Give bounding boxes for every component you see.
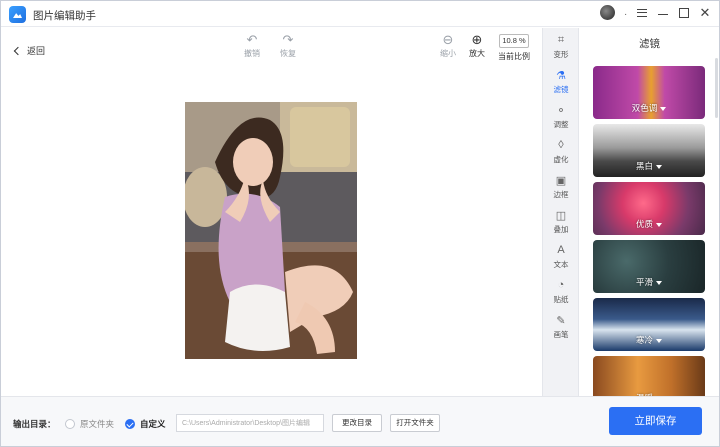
tool-label: 虚化 [553,155,569,164]
radio-original-folder[interactable]: 原文件夹 [65,418,114,430]
tool-adjust[interactable]: ⚬ 调整 [543,103,579,130]
undo-label: 撤销 [244,49,260,58]
tool-label: 调整 [553,120,569,129]
caret-down-icon [656,164,662,169]
filter-label: 平滑 [593,276,705,288]
user-dot: . [624,6,627,18]
zoom-in-icon: ⊕ [471,32,483,47]
filter-scrollbar[interactable] [715,58,718,118]
back-button[interactable]: 返回 [13,44,46,57]
caret-down-icon [660,106,667,111]
tool-blur[interactable]: ◊ 虚化 [543,138,579,165]
save-now-button[interactable]: 立即保存 [609,407,702,435]
maximize-icon[interactable] [678,7,690,19]
tool-brush[interactable]: ✎ 画笔 [543,313,579,340]
radio-label: 原文件夹 [80,419,115,429]
app-window: 图片编辑助手 . ✕ 返回 ↶ 撤销 ↷ 恢复 ⊖ 缩小 ⊕ 放大 10.8 %… [0,0,720,447]
zoom-in-button[interactable]: ⊕ 放大 [469,32,485,59]
zoom-ratio: 10.8 % 当前比例 [498,32,530,62]
filter-label: 黑白 [593,160,705,172]
tool-label: 贴纸 [553,295,569,304]
flask-icon: ⚗ [556,69,566,82]
layers-icon: ◫ [555,209,567,222]
tool-text[interactable]: A 文本 [543,243,579,270]
tool-label: 文本 [553,260,569,269]
checkmark-icon [125,419,135,429]
open-folder-button[interactable]: 打开文件夹 [390,414,440,432]
filter-label: 寒冷 [593,334,705,346]
filter-duotone[interactable]: 双色调 [593,66,705,119]
canvas-area: 返回 ↶ 撤销 ↷ 恢复 ⊖ 缩小 ⊕ 放大 10.8 % 当前比例 [1,28,542,396]
edited-photo[interactable] [185,102,357,359]
caret-down-icon [656,338,662,343]
filter-panel: 滤镜 双色调 黑白 优质 平滑 寒冷 温暖 [578,28,719,396]
zoom-out-button[interactable]: ⊖ 缩小 [440,32,456,59]
radio-label: 自定义 [140,419,166,429]
output-dir-label: 输出目录： [13,419,56,429]
filter-cold[interactable]: 寒冷 [593,298,705,351]
zoom-value[interactable]: 10.8 % [499,34,529,48]
text-icon: A [557,244,565,256]
avatar[interactable] [600,5,616,20]
crop-icon: ⌗ [557,33,565,46]
redo-label: 恢复 [280,49,296,58]
frame-icon: ▣ [555,174,567,187]
filter-smooth[interactable]: 平滑 [593,240,705,293]
redo-button[interactable]: ↷ 恢复 [280,32,296,59]
photo-illustration [185,102,357,359]
radio-custom-folder[interactable]: 自定义 [125,418,166,430]
filter-warm[interactable]: 温暖 [593,356,705,396]
brush-icon: ✎ [556,314,566,327]
tool-label: 边框 [553,190,569,199]
tool-label: 叠加 [553,225,569,234]
drop-icon: ◊ [558,139,564,151]
app-logo-icon [9,6,26,23]
zoom-ratio-label: 当前比例 [498,52,530,61]
tool-overlay[interactable]: ◫ 叠加 [543,208,579,235]
zoom-out-icon: ⊖ [442,32,454,47]
title-bar: 图片编辑助手 . ✕ [1,1,719,27]
filter-label: 优质 [593,218,705,230]
tool-label: 滤镜 [553,85,569,94]
output-path-input[interactable] [176,414,324,432]
radio-circle [65,419,75,429]
tool-label: 画笔 [553,330,569,339]
sticker-icon: ◔ [557,279,565,291]
menu-icon[interactable] [636,7,648,19]
undo-button[interactable]: ↶ 撤销 [244,32,260,59]
undo-icon: ↶ [246,32,258,47]
tool-label: 变形 [553,50,569,59]
redo-icon: ↷ [282,32,294,47]
window-controls: . ✕ [600,5,711,20]
tool-transform[interactable]: ⌗ 变形 [543,33,579,60]
minimize-icon[interactable] [657,7,669,19]
caret-down-icon [656,222,662,227]
filter-premium[interactable]: 优质 [593,182,705,235]
back-label: 返回 [27,46,46,56]
close-icon[interactable]: ✕ [699,6,711,19]
zoom-out-label: 缩小 [440,49,456,58]
adjust-icon: ⚬ [556,104,566,117]
filter-panel-title: 滤镜 [639,38,660,50]
tool-frame[interactable]: ▣ 边框 [543,173,579,200]
tools-column: ⌗ 变形 ⚗ 滤镜 ⚬ 调整 ◊ 虚化 ▣ 边框 ◫ 叠加 A 文本 ◔ 贴纸 [542,28,578,396]
bottom-bar: 输出目录： 原文件夹 自定义 更改目录 打开文件夹 立即保存 [1,396,719,446]
tool-filter[interactable]: ⚗ 滤镜 [543,68,579,95]
app-title: 图片编辑助手 [33,10,96,22]
filter-black-white[interactable]: 黑白 [593,124,705,177]
filter-label: 双色调 [593,102,705,114]
chevron-left-icon [13,46,23,55]
zoom-in-label: 放大 [469,49,485,58]
tool-sticker[interactable]: ◔ 贴纸 [543,278,579,305]
change-dir-button[interactable]: 更改目录 [332,414,382,432]
caret-down-icon [656,280,662,285]
